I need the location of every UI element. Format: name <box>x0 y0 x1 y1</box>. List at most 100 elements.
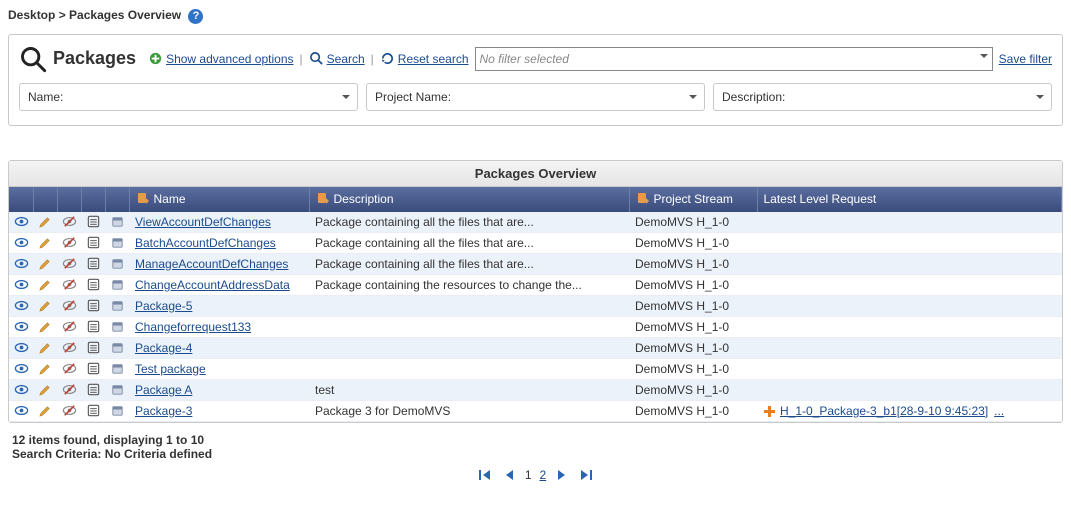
col-project-stream[interactable]: Project Stream <box>629 187 757 212</box>
row-name[interactable]: Test package <box>135 362 206 376</box>
edit-icon[interactable] <box>38 298 53 313</box>
package-icon[interactable] <box>110 214 125 229</box>
package-icon[interactable] <box>110 256 125 271</box>
latest-level-request-link[interactable]: H_1-0_Package-3_b1[28-9-10 9:45:23] <box>780 404 988 418</box>
criteria-name[interactable]: Name: <box>19 83 358 111</box>
hide-icon[interactable] <box>62 235 77 250</box>
edit-icon[interactable] <box>38 235 53 250</box>
view-icon[interactable] <box>14 256 29 271</box>
history-icon[interactable] <box>86 361 101 376</box>
package-icon[interactable] <box>110 403 125 418</box>
help-icon[interactable]: ? <box>188 9 203 24</box>
edit-icon[interactable] <box>38 382 53 397</box>
history-icon[interactable] <box>86 235 101 250</box>
edit-icon[interactable] <box>38 256 53 271</box>
row-name[interactable]: Package-4 <box>135 341 192 355</box>
history-icon[interactable] <box>86 382 101 397</box>
hide-icon[interactable] <box>62 277 77 292</box>
add-level-request-icon[interactable] <box>763 405 776 418</box>
row-latest-cell <box>757 295 1062 316</box>
hide-icon[interactable] <box>62 214 77 229</box>
pager-page-2[interactable]: 2 <box>540 468 547 482</box>
pager-first-icon[interactable] <box>477 467 493 483</box>
row-stream: DemoMVS H_1-0 <box>629 316 757 337</box>
row-name[interactable]: Package-3 <box>135 404 192 418</box>
hide-icon[interactable] <box>62 403 77 418</box>
row-name[interactable]: ChangeAccountAddressData <box>135 278 290 292</box>
row-latest-cell <box>757 358 1062 379</box>
row-desc <box>309 358 629 379</box>
package-icon[interactable] <box>110 340 125 355</box>
row-latest-cell <box>757 253 1062 274</box>
col-name[interactable]: Name <box>129 187 309 212</box>
row-latest-cell <box>757 232 1062 253</box>
search-link-label: Search <box>327 52 365 66</box>
view-icon[interactable] <box>14 277 29 292</box>
reset-search-link[interactable]: Reset search <box>380 51 469 66</box>
row-desc: test <box>309 379 629 400</box>
filter-select[interactable]: No filter selected <box>475 47 993 71</box>
edit-icon[interactable] <box>38 214 53 229</box>
show-advanced-options-link[interactable]: Show advanced options <box>148 51 293 66</box>
criteria-description-label: Description: <box>722 90 785 104</box>
row-name[interactable]: ManageAccountDefChanges <box>135 257 288 271</box>
search-link[interactable]: Search <box>309 51 365 66</box>
package-icon[interactable] <box>110 319 125 334</box>
history-icon[interactable] <box>86 319 101 334</box>
col-latest[interactable]: Latest Level Request <box>757 187 1062 212</box>
row-name[interactable]: Changeforrequest133 <box>135 320 251 334</box>
package-icon[interactable] <box>110 382 125 397</box>
edit-icon[interactable] <box>38 361 53 376</box>
filter-select-placeholder: No filter selected <box>480 52 569 66</box>
table-row: Package A test DemoMVS H_1-0 <box>9 379 1062 400</box>
history-icon[interactable] <box>86 256 101 271</box>
view-icon[interactable] <box>14 214 29 229</box>
history-icon[interactable] <box>86 403 101 418</box>
row-name[interactable]: Package-5 <box>135 299 192 313</box>
package-icon[interactable] <box>110 361 125 376</box>
breadcrumb-root[interactable]: Desktop <box>8 8 55 22</box>
more-link[interactable]: ... <box>994 404 1004 418</box>
col-description[interactable]: Description <box>309 187 629 212</box>
hide-icon[interactable] <box>62 382 77 397</box>
history-icon[interactable] <box>86 277 101 292</box>
hide-icon[interactable] <box>62 361 77 376</box>
hide-icon[interactable] <box>62 256 77 271</box>
view-icon[interactable] <box>14 298 29 313</box>
row-latest-cell <box>757 274 1062 295</box>
save-filter-link[interactable]: Save filter <box>999 52 1052 66</box>
row-name[interactable]: BatchAccountDefChanges <box>135 236 276 250</box>
edit-icon[interactable] <box>38 340 53 355</box>
criteria-project[interactable]: Project Name: <box>366 83 705 111</box>
view-icon[interactable] <box>14 235 29 250</box>
edit-icon[interactable] <box>38 319 53 334</box>
pager-prev-icon[interactable] <box>501 467 517 483</box>
row-latest-cell <box>757 379 1062 400</box>
hide-icon[interactable] <box>62 298 77 313</box>
view-icon[interactable] <box>14 340 29 355</box>
edit-icon[interactable] <box>38 403 53 418</box>
row-name[interactable]: Package A <box>135 383 192 397</box>
view-icon[interactable] <box>14 382 29 397</box>
view-icon[interactable] <box>14 319 29 334</box>
row-name[interactable]: ViewAccountDefChanges <box>135 215 271 229</box>
history-icon[interactable] <box>86 214 101 229</box>
criteria-description[interactable]: Description: <box>713 83 1052 111</box>
table-row: ManageAccountDefChanges Package containi… <box>9 253 1062 274</box>
pager-last-icon[interactable] <box>578 467 594 483</box>
hide-icon[interactable] <box>62 319 77 334</box>
col-action-5 <box>105 187 129 212</box>
history-icon[interactable] <box>86 298 101 313</box>
package-icon[interactable] <box>110 235 125 250</box>
view-icon[interactable] <box>14 361 29 376</box>
history-icon[interactable] <box>86 340 101 355</box>
view-icon[interactable] <box>14 403 29 418</box>
package-icon[interactable] <box>110 277 125 292</box>
package-icon[interactable] <box>110 298 125 313</box>
edit-icon[interactable] <box>38 277 53 292</box>
sort-icon <box>316 191 330 208</box>
hide-icon[interactable] <box>62 340 77 355</box>
col-action-2 <box>33 187 57 212</box>
table-title: Packages Overview <box>9 161 1062 187</box>
pager-next-icon[interactable] <box>554 467 570 483</box>
